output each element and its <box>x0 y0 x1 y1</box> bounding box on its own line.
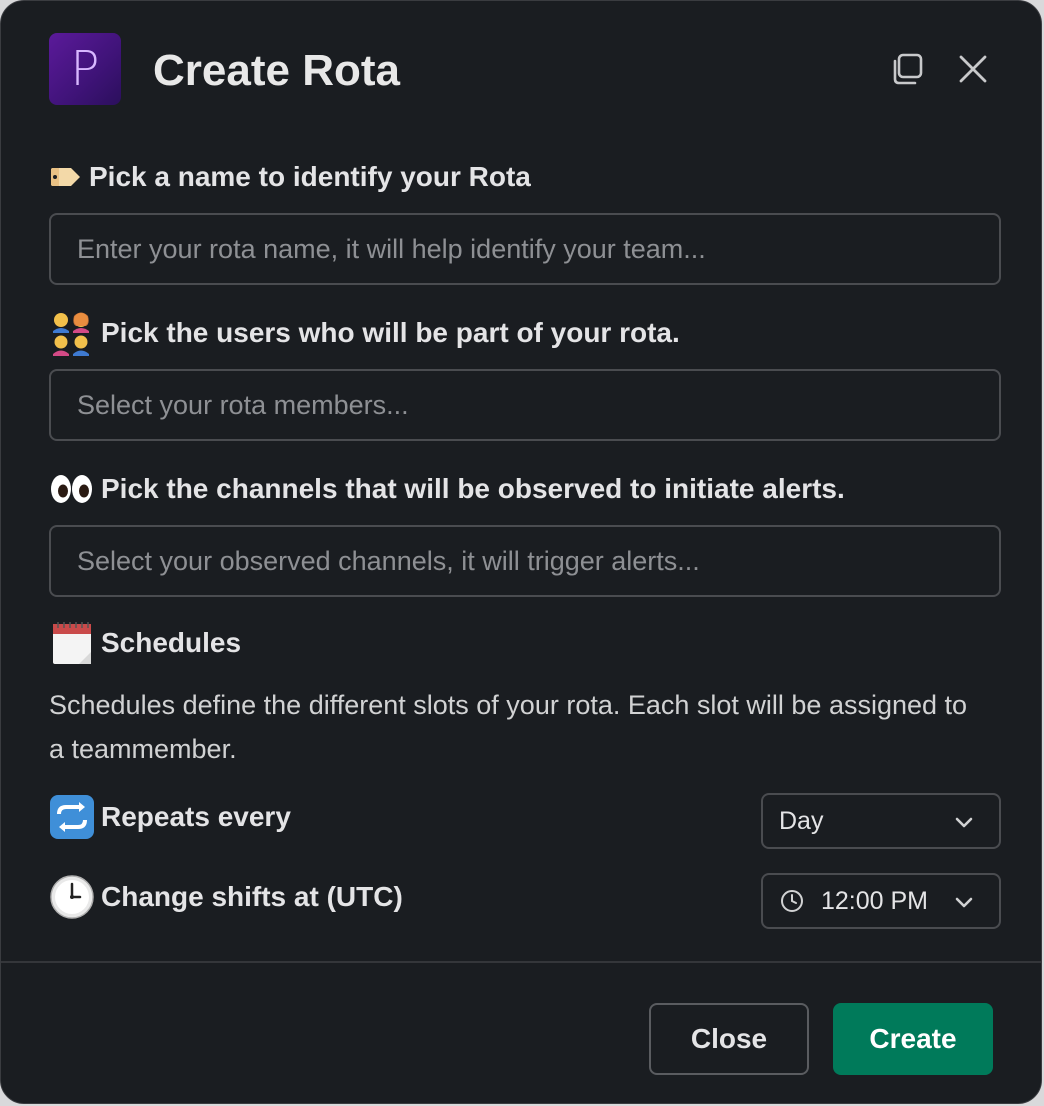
close-modal-button[interactable] <box>953 49 993 89</box>
chevron-down-icon <box>955 897 973 908</box>
time-clock-icon <box>781 890 803 912</box>
clock-icon <box>50 875 94 919</box>
change-shifts-label-text: Change shifts at (UTC) <box>101 881 403 912</box>
expand-button[interactable] <box>887 49 927 89</box>
repeats-every-value: Day <box>779 806 824 835</box>
repeat-icon <box>50 795 94 839</box>
schedules-heading: Schedules <box>49 622 242 664</box>
eyes-icon <box>51 475 92 503</box>
app-logo-letter: P <box>70 41 100 97</box>
rota-channels-label-text: Pick the channels that will be observed … <box>101 473 845 504</box>
observed-channels-select[interactable]: Select your observed channels, it will t… <box>49 525 1001 597</box>
rota-name-label: Pick a name to identify your Rota <box>49 157 531 197</box>
change-shifts-time-select[interactable]: 12:00 PM <box>761 873 1001 929</box>
schedules-description: Schedules define the different slots of … <box>49 690 968 764</box>
chevron-down-icon <box>955 817 973 828</box>
rota-name-label-text: Pick a name to identify your Rota <box>89 161 531 192</box>
change-shifts-time-value: 12:00 PM <box>821 886 929 915</box>
rota-name-input[interactable]: Enter your rota name, it will help ident… <box>49 213 1001 285</box>
change-shifts-label: Change shifts at (UTC) <box>49 875 403 919</box>
close-button[interactable]: Close <box>649 1003 809 1075</box>
spiral-calendar-icon <box>53 622 91 664</box>
rota-users-label: Pick the users who will be part of your … <box>49 312 680 356</box>
repeats-every-label: Repeats every <box>49 795 291 839</box>
close-icon <box>959 55 987 83</box>
rota-name-placeholder: Enter your rota name, it will help ident… <box>77 233 706 264</box>
rota-members-placeholder: Select your rota members... <box>77 389 409 420</box>
app-logo: P <box>49 33 121 105</box>
footer-divider <box>1 961 1041 963</box>
observed-channels-placeholder: Select your observed channels, it will t… <box>77 545 700 576</box>
create-rota-modal: P Create Rota Pick a name to identify yo… <box>0 0 1042 1104</box>
rota-members-select[interactable]: Select your rota members... <box>49 369 1001 441</box>
modal-header: P Create Rota <box>1 1 1041 141</box>
create-button[interactable]: Create <box>833 1003 993 1075</box>
repeats-every-select[interactable]: Day <box>761 793 1001 849</box>
schedules-heading-text: Schedules <box>101 627 242 658</box>
modal-title: Create Rota <box>153 46 400 95</box>
label-tag-icon <box>51 168 80 186</box>
expand-icon <box>893 53 923 85</box>
rota-channels-label: Pick the channels that will be observed … <box>49 469 845 509</box>
repeats-every-label-text: Repeats every <box>101 801 291 832</box>
rota-users-label-text: Pick the users who will be part of your … <box>101 317 680 348</box>
family-icon <box>53 312 89 356</box>
